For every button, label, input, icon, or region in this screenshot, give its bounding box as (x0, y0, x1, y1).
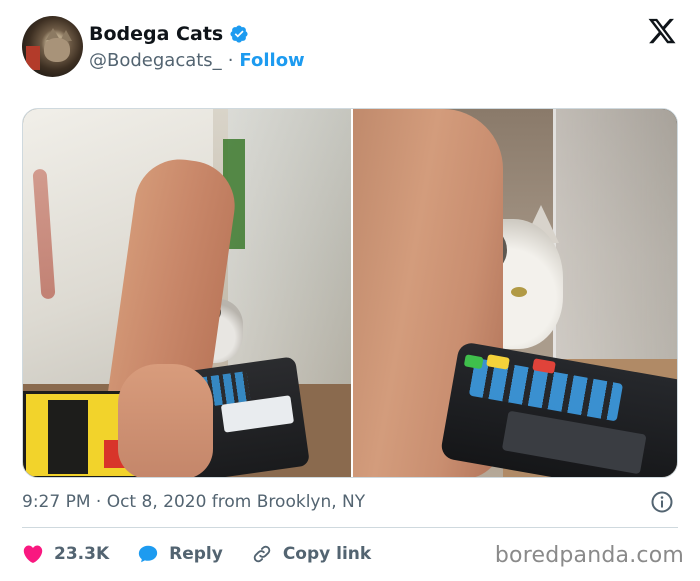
tweet-timestamp[interactable]: 9:27 PM · Oct 8, 2020 from Brooklyn, NY (22, 492, 365, 512)
avatar-cat-face (44, 38, 70, 62)
author-name[interactable]: Bodega Cats (89, 23, 223, 45)
verified-badge-icon (230, 25, 248, 43)
tweet-card: Bodega Cats @Bodegacats_ · Follow 9:27 P… (0, 0, 700, 581)
like-button[interactable]: 23.3K (22, 543, 109, 565)
cat-eye (511, 287, 527, 297)
reply-bubble-icon (138, 545, 158, 563)
follow-button[interactable]: Follow (239, 50, 304, 71)
info-icon[interactable] (650, 490, 674, 514)
terminal-screen (501, 410, 647, 475)
x-logo-icon[interactable] (647, 16, 677, 46)
tweet-meta: 9:27 PM · Oct 8, 2020 from Brooklyn, NY (22, 488, 678, 516)
tweet-actions: 23.3K Reply Copy link (22, 540, 399, 568)
author-name-row: Bodega Cats (89, 22, 249, 46)
reply-button[interactable]: Reply (137, 543, 223, 565)
like-count: 23.3K (54, 544, 110, 564)
author-handle[interactable]: @Bodegacats_ (89, 50, 222, 71)
photo-left[interactable] (23, 109, 351, 477)
watermark: boredpanda.com (494, 543, 684, 568)
reply-label: Reply (169, 544, 223, 564)
avatar[interactable] (22, 16, 83, 77)
tweet-media[interactable] (22, 108, 678, 478)
tweet-header: Bodega Cats @Bodegacats_ · Follow (22, 16, 682, 80)
cashier-hand (118, 364, 213, 477)
terminal-green-key (463, 354, 484, 370)
avatar-background-box (26, 46, 40, 70)
copy-link-button[interactable]: Copy link (251, 543, 371, 565)
separator-dot: · (227, 49, 234, 71)
photo-right[interactable] (353, 109, 677, 477)
link-icon (253, 545, 271, 563)
heart-icon (23, 545, 43, 563)
author-handle-row: @Bodegacats_ · Follow (89, 48, 305, 72)
copy-link-label: Copy link (282, 544, 372, 564)
divider (22, 527, 678, 528)
sign-black-panel (48, 400, 88, 474)
